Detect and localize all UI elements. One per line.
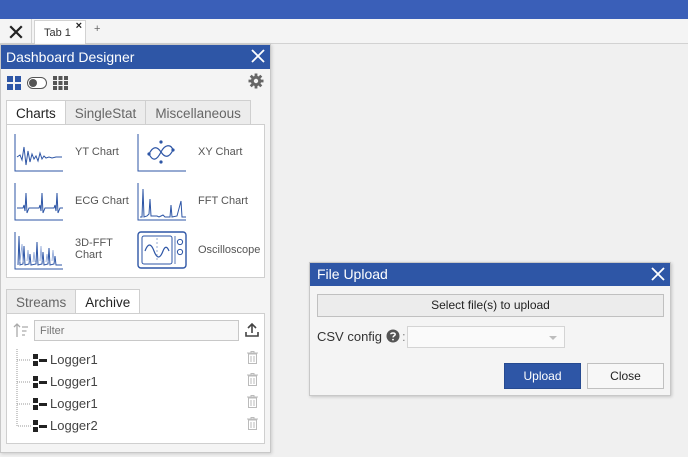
sort-icon[interactable] bbox=[13, 322, 29, 338]
add-tab-button[interactable]: + bbox=[94, 23, 100, 35]
close-all-button[interactable] bbox=[0, 19, 32, 44]
yt-chart-icon bbox=[14, 134, 63, 172]
tree-item-label: Logger1 bbox=[50, 396, 98, 411]
tree-connector-icon bbox=[16, 393, 31, 415]
tree-row[interactable]: Logger2 bbox=[13, 415, 259, 435]
gear-icon[interactable] bbox=[248, 73, 264, 89]
upload-button[interactable]: Upload bbox=[504, 363, 581, 389]
designer-title-bar: Dashboard Designer bbox=[1, 45, 270, 69]
chart-item-label: Oscilloscope bbox=[198, 244, 261, 256]
close-icon bbox=[8, 24, 23, 39]
logger-icon bbox=[33, 398, 47, 410]
tree-item-label: Logger1 bbox=[50, 352, 98, 367]
chart-item-label: FFT Chart bbox=[198, 195, 248, 207]
logger-icon bbox=[33, 376, 47, 388]
logger-icon bbox=[33, 420, 47, 432]
lower-tabs: Streams Archive bbox=[6, 289, 141, 315]
tab-strip: Tab 1 × + bbox=[0, 19, 688, 44]
chart-item-xy[interactable]: XY Chart bbox=[135, 132, 255, 176]
tab-archive[interactable]: Archive bbox=[75, 289, 141, 315]
charts-panel: YT Chart XY Chart ECG Chart FFT Chart 3D… bbox=[6, 124, 265, 278]
fft-chart-icon bbox=[137, 183, 186, 221]
logger-icon bbox=[33, 354, 47, 366]
tab-1[interactable]: Tab 1 × bbox=[34, 20, 86, 44]
csv-config-label: CSV config bbox=[317, 329, 383, 344]
trash-icon[interactable] bbox=[247, 417, 258, 430]
filter-row bbox=[13, 320, 259, 341]
trash-icon[interactable] bbox=[247, 373, 258, 386]
archive-panel: Logger1 Logger1 Logger1 bbox=[6, 313, 265, 444]
grid-view-icon[interactable] bbox=[7, 76, 21, 90]
tree-connector-icon bbox=[16, 371, 31, 393]
designer-title: Dashboard Designer bbox=[6, 49, 135, 65]
close-icon[interactable] bbox=[649, 265, 667, 283]
upload-icon[interactable] bbox=[245, 322, 259, 338]
compact-grid-icon[interactable] bbox=[53, 76, 68, 90]
trash-icon[interactable] bbox=[247, 395, 258, 408]
tree-item-label: Logger2 bbox=[50, 418, 98, 433]
filter-input[interactable] bbox=[34, 320, 239, 341]
trash-icon[interactable] bbox=[247, 351, 258, 364]
ecg-chart-icon bbox=[14, 183, 63, 221]
oscilloscope-icon bbox=[137, 231, 187, 269]
close-button[interactable]: Close bbox=[587, 363, 664, 389]
tree-connector-icon bbox=[16, 349, 31, 371]
csv-config-select[interactable] bbox=[407, 326, 565, 348]
toggle-switch-icon[interactable] bbox=[27, 77, 47, 89]
3d-fft-chart-icon bbox=[14, 232, 63, 270]
tree-item-label: Logger1 bbox=[50, 374, 98, 389]
tab-singlestat[interactable]: SingleStat bbox=[64, 100, 147, 125]
chart-item-ecg[interactable]: ECG Chart bbox=[12, 181, 132, 225]
tab-close-icon[interactable]: × bbox=[76, 20, 82, 32]
tree-row[interactable]: Logger1 bbox=[13, 393, 259, 415]
select-files-button[interactable]: Select file(s) to upload bbox=[317, 294, 664, 317]
xy-chart-icon bbox=[137, 134, 186, 172]
help-icon[interactable] bbox=[386, 329, 400, 343]
chart-item-oscilloscope[interactable]: Oscilloscope bbox=[135, 230, 260, 274]
chevron-down-icon bbox=[549, 336, 557, 340]
dashboard-designer-window: Dashboard Designer Charts SingleStat Mis… bbox=[0, 44, 271, 453]
tree-row[interactable]: Logger1 bbox=[13, 371, 259, 393]
tree-connector-icon bbox=[16, 415, 31, 427]
tab-streams[interactable]: Streams bbox=[6, 289, 77, 314]
chart-tabs: Charts SingleStat Miscellaneous bbox=[6, 100, 251, 126]
tree-row[interactable]: Logger1 bbox=[13, 349, 259, 371]
close-icon[interactable] bbox=[249, 47, 267, 65]
designer-toolbar bbox=[7, 73, 267, 93]
chart-item-yt[interactable]: YT Chart bbox=[12, 132, 132, 176]
chart-item-label: ECG Chart bbox=[75, 195, 129, 207]
upload-title: File Upload bbox=[317, 266, 388, 282]
chart-item-label: 3D-FFT Chart bbox=[75, 237, 113, 261]
tab-miscellaneous[interactable]: Miscellaneous bbox=[145, 100, 251, 125]
chart-item-label: YT Chart bbox=[75, 146, 119, 158]
chart-item-3d-fft[interactable]: 3D-FFT Chart bbox=[12, 230, 132, 274]
upload-title-bar: File Upload bbox=[310, 263, 670, 286]
chart-item-label: XY Chart bbox=[198, 146, 243, 158]
tab-label: Tab 1 bbox=[44, 27, 71, 39]
file-upload-dialog: File Upload Select file(s) to upload CSV… bbox=[309, 262, 671, 396]
csv-config-colon: : bbox=[402, 329, 406, 344]
top-bar bbox=[0, 0, 688, 19]
tab-charts[interactable]: Charts bbox=[6, 100, 66, 126]
chart-item-fft[interactable]: FFT Chart bbox=[135, 181, 255, 225]
